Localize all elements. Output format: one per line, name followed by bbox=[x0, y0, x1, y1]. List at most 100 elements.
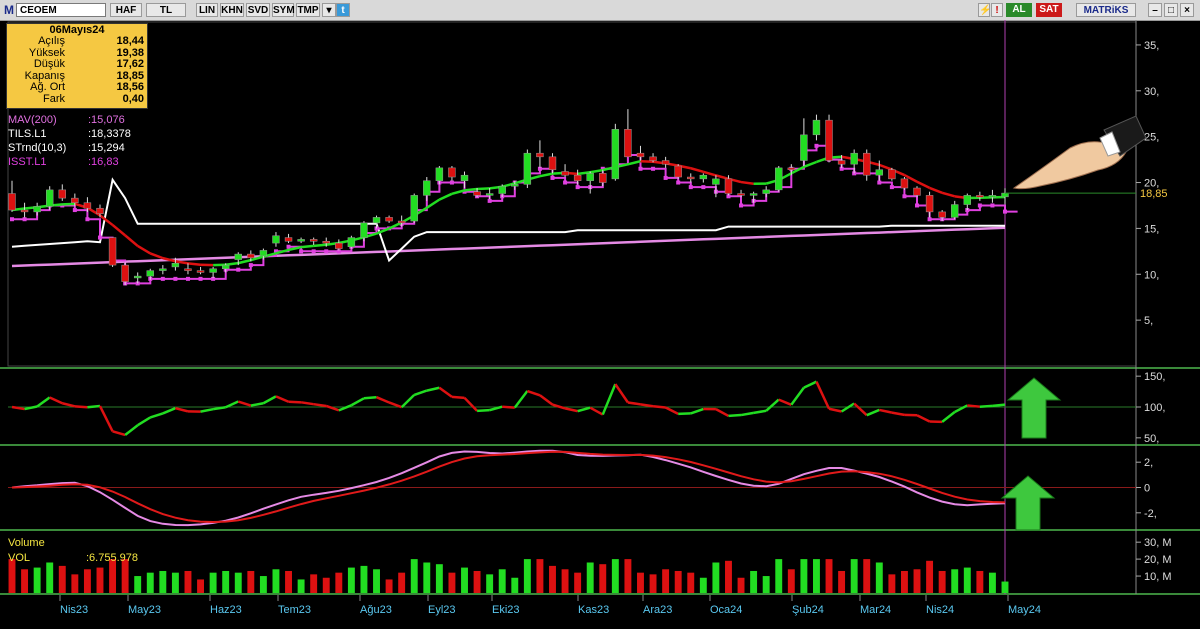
candle-body bbox=[309, 239, 318, 242]
volume-bar bbox=[725, 560, 732, 593]
candle-body bbox=[938, 211, 946, 218]
volume-bar bbox=[272, 569, 280, 593]
candle-body bbox=[976, 195, 984, 198]
maximize-icon[interactable]: □ bbox=[1164, 3, 1178, 17]
candle-body bbox=[247, 253, 255, 259]
osc1-segment bbox=[502, 405, 515, 409]
candle-body bbox=[360, 222, 368, 238]
osc1-segment bbox=[124, 424, 139, 436]
tils-segment bbox=[149, 252, 164, 260]
candle-body bbox=[347, 237, 356, 247]
volume-bar bbox=[863, 559, 871, 593]
time-tick-label: Eyl23 bbox=[428, 604, 456, 616]
symbol-select[interactable]: CEOEM bbox=[16, 3, 106, 17]
isst-point bbox=[185, 276, 190, 281]
price-tick-label: 30, bbox=[1144, 86, 1159, 98]
isst-point bbox=[701, 185, 706, 190]
osc1-segment bbox=[513, 390, 529, 409]
sell-button[interactable]: SAT bbox=[1036, 3, 1062, 17]
chart-area[interactable]: 150, 100, 50, 2, 0 -2, 30, M 20, M 10, M 35, 30… bbox=[0, 20, 1200, 629]
isst-point bbox=[889, 185, 894, 190]
info-value: 18,44 bbox=[116, 35, 144, 47]
volume-bar bbox=[561, 569, 569, 593]
osc1-segment bbox=[262, 395, 277, 405]
volume-bar bbox=[787, 569, 795, 593]
khn-button[interactable]: KHN bbox=[220, 3, 244, 17]
info-label: Açılış bbox=[38, 35, 65, 47]
osc1-segment bbox=[74, 405, 88, 409]
volume-bar bbox=[461, 567, 468, 593]
osc1-segment bbox=[614, 383, 629, 404]
candle-body bbox=[234, 253, 242, 260]
tils-segment bbox=[640, 159, 654, 164]
indicator-value: :18,3378 bbox=[88, 128, 131, 140]
tils-segment bbox=[438, 192, 453, 201]
volume-bar bbox=[310, 574, 318, 593]
candle-body bbox=[423, 180, 431, 196]
osc1-segment bbox=[765, 398, 780, 412]
candle-body bbox=[850, 152, 858, 165]
volume-bar bbox=[259, 576, 267, 593]
time-tick-label: May23 bbox=[128, 604, 161, 616]
candle-body bbox=[511, 184, 519, 187]
osc1-segment bbox=[967, 404, 980, 408]
indicator-name: ISST.L1 bbox=[8, 156, 47, 168]
tils-segment bbox=[225, 261, 239, 266]
indicator-name: STrnd(10,3) bbox=[8, 142, 67, 154]
minimize-icon[interactable]: – bbox=[1148, 3, 1162, 17]
dropdown-arrow-icon[interactable]: ▾ bbox=[322, 3, 336, 17]
indicator-value: :15,294 bbox=[88, 142, 125, 154]
tmp-button[interactable]: TMP bbox=[296, 3, 320, 17]
osc1-segment bbox=[49, 396, 63, 405]
osc1-segment bbox=[137, 416, 151, 427]
volume-bar bbox=[699, 577, 707, 593]
candle-body bbox=[913, 187, 921, 196]
volume-bar bbox=[184, 570, 192, 593]
sym-button[interactable]: SYM bbox=[272, 3, 295, 17]
candle-body bbox=[71, 197, 79, 203]
volume-bar bbox=[838, 570, 846, 593]
tils-segment bbox=[237, 258, 252, 265]
osc1-tick-label: 50, bbox=[1144, 433, 1159, 445]
candle-body bbox=[548, 156, 557, 170]
isst-point bbox=[563, 180, 568, 185]
time-tick-label: Ara23 bbox=[643, 604, 672, 616]
close-icon[interactable]: × bbox=[1180, 3, 1194, 17]
candle-body bbox=[900, 178, 909, 189]
osc1-segment bbox=[87, 404, 101, 409]
lin-button[interactable]: LIN bbox=[196, 3, 218, 17]
svd-button[interactable]: SVD bbox=[246, 3, 270, 17]
candle-body bbox=[812, 119, 821, 136]
osc1-segment bbox=[954, 404, 968, 414]
volume-bar bbox=[900, 570, 908, 593]
candle-body bbox=[762, 189, 770, 194]
isst-point bbox=[688, 185, 693, 190]
osc1-segment bbox=[652, 405, 666, 409]
volume-bar bbox=[159, 570, 167, 593]
period-button[interactable]: HAF bbox=[110, 3, 142, 17]
alarm-icon[interactable]: ! bbox=[991, 3, 1003, 17]
osc1-segment bbox=[350, 397, 365, 407]
indicator-name: MAV(200) bbox=[8, 114, 57, 126]
volume-bar bbox=[134, 576, 142, 593]
volume-bar bbox=[812, 559, 820, 593]
isst-point bbox=[10, 217, 14, 222]
price-tick-label: 5, bbox=[1144, 315, 1153, 327]
osc2-tick-label: -2, bbox=[1144, 508, 1157, 520]
buy-button[interactable]: AL bbox=[1006, 3, 1032, 17]
info-value: 17,62 bbox=[116, 58, 144, 70]
isst-point bbox=[85, 217, 90, 222]
currency-button[interactable]: TL bbox=[146, 3, 186, 17]
osc1-segment bbox=[149, 412, 164, 419]
isst-point bbox=[877, 180, 882, 185]
price-tick-label: 35, bbox=[1144, 40, 1159, 52]
lightning-icon[interactable]: ⚡ bbox=[978, 3, 991, 17]
info-row: Ağ. Ort 18,56 bbox=[7, 81, 147, 94]
osc1-segment bbox=[992, 403, 1006, 408]
twitter-icon[interactable]: t bbox=[336, 3, 350, 17]
candle-body bbox=[611, 129, 620, 180]
time-tick-label: Haz23 bbox=[210, 604, 242, 616]
volume-bar bbox=[875, 562, 883, 593]
osc1-segment bbox=[338, 404, 352, 412]
osc1-segment bbox=[715, 408, 730, 418]
